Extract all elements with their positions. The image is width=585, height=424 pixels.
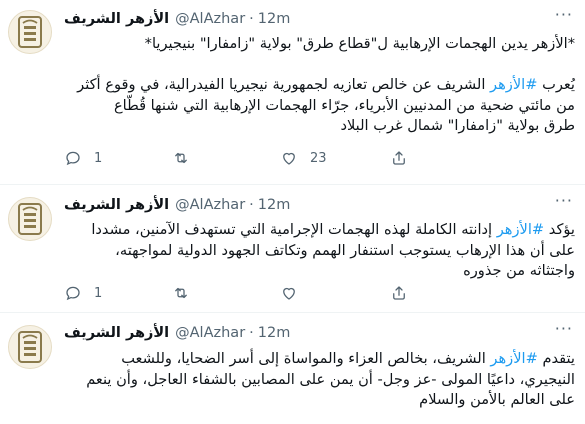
avatar[interactable] <box>8 10 52 54</box>
share-icon <box>393 151 405 165</box>
al-azhar-logo-icon <box>18 16 42 48</box>
reply-button[interactable]: 1 <box>64 284 172 302</box>
avatar[interactable] <box>8 197 52 241</box>
hashtag-link[interactable]: #الأزهر <box>490 76 537 93</box>
heart-icon <box>283 287 295 300</box>
tweet-header: الأزهر الشريف @AlAzhar · 12m ··· <box>64 321 573 344</box>
author-handle[interactable]: @AlAzhar <box>175 325 245 341</box>
tweet-line: طرق بولاية "زامفارا" شمال غرب البلاد <box>340 117 575 134</box>
tweet-text: يتقدم #الأزهر الشريف، بخالص العزاء والمو… <box>64 349 575 411</box>
reply-button[interactable]: 1 <box>64 149 172 167</box>
line-start: يُعرب <box>537 76 575 93</box>
tweet-header: الأزهر الشريف @AlAzhar · 12m ··· <box>64 193 573 216</box>
separator: · <box>249 11 254 27</box>
heart-icon <box>283 152 295 165</box>
separator: · <box>249 325 254 341</box>
share-button[interactable] <box>390 284 408 302</box>
hashtag-link[interactable]: #الأزهر <box>497 221 544 238</box>
tweet-actions: 1 <box>64 283 408 303</box>
line-rest: الشريف عن خالص تعازيه لجمهورية نيجيريا ا… <box>77 76 491 93</box>
like-button[interactable] <box>280 284 390 302</box>
tweet-line: يؤكد #الأزهر إدانته الكاملة لهذه الهجمات… <box>64 220 575 241</box>
tweet-line: على العالم بالأمن والسلام <box>419 391 575 408</box>
tweet-line: من مائتي ضحية من المدنيين الأبرياء، جرّا… <box>113 96 575 114</box>
line-start: يؤكد <box>544 221 575 238</box>
tweet-headline: *الأزهر يدين الهجمات الإرهابية ل"قطاع طر… <box>144 35 575 52</box>
reply-icon <box>66 286 80 301</box>
retweet-icon <box>175 152 187 164</box>
author-name[interactable]: الأزهر الشريف <box>64 11 169 27</box>
like-count: 23 <box>310 150 327 166</box>
more-icon[interactable]: ··· <box>555 7 573 23</box>
timestamp[interactable]: 12m <box>258 325 291 341</box>
reply-icon <box>66 151 80 166</box>
more-icon[interactable]: ··· <box>555 193 573 209</box>
tweet-line: يُعرب #الأزهر الشريف عن خالص تعازيه لجمه… <box>64 75 575 96</box>
tweet-line: على أن هذا الإرهاب يستوجب استنفار الهمم … <box>115 241 575 259</box>
reply-count: 1 <box>94 150 103 166</box>
al-azhar-logo-icon <box>18 331 42 363</box>
author-handle[interactable]: @AlAzhar <box>175 11 245 27</box>
tweet[interactable]: الأزهر الشريف @AlAzhar · 12m ··· *الأزهر… <box>0 0 585 185</box>
like-button[interactable]: 23 <box>280 149 390 167</box>
tweet-header: الأزهر الشريف @AlAzhar · 12m ··· <box>64 7 573 30</box>
retweet-icon <box>175 287 187 299</box>
line-rest: الشريف، بخالص العزاء والمواساة إلى أسر ا… <box>121 350 491 367</box>
tweet-text: يؤكد #الأزهر إدانته الكاملة لهذه الهجمات… <box>64 220 575 282</box>
tweet-text: *الأزهر يدين الهجمات الإرهابية ل"قطاع طر… <box>64 34 575 137</box>
tweet-actions: 1 23 <box>64 148 408 168</box>
share-button[interactable] <box>390 149 408 167</box>
avatar[interactable] <box>8 325 52 369</box>
line-rest: إدانته الكاملة لهذه الهجمات الإجرامية ال… <box>91 221 497 238</box>
separator: · <box>249 197 254 213</box>
author-handle[interactable]: @AlAzhar <box>175 197 245 213</box>
retweet-button[interactable] <box>172 284 280 302</box>
share-icon <box>393 286 405 300</box>
tweet-line: يتقدم #الأزهر الشريف، بخالص العزاء والمو… <box>64 349 575 370</box>
tweet[interactable]: الأزهر الشريف @AlAzhar · 12m ··· يتقدم #… <box>0 313 585 424</box>
tweet-line: النيجيري، داعيًا المولى -عز وجل- أن يمن … <box>86 370 575 388</box>
reply-count: 1 <box>94 285 103 301</box>
al-azhar-logo-icon <box>18 203 42 235</box>
more-icon[interactable]: ··· <box>555 321 573 337</box>
hashtag-link[interactable]: #الأزهر <box>490 350 537 367</box>
timestamp[interactable]: 12m <box>258 11 291 27</box>
timestamp[interactable]: 12m <box>258 197 291 213</box>
line-start: يتقدم <box>537 350 575 367</box>
retweet-button[interactable] <box>172 149 280 167</box>
tweet-line: واجتثاثه من جذوره <box>463 262 575 279</box>
author-name[interactable]: الأزهر الشريف <box>64 197 169 213</box>
author-name[interactable]: الأزهر الشريف <box>64 325 169 341</box>
tweet[interactable]: الأزهر الشريف @AlAzhar · 12m ··· يؤكد #ا… <box>0 185 585 313</box>
